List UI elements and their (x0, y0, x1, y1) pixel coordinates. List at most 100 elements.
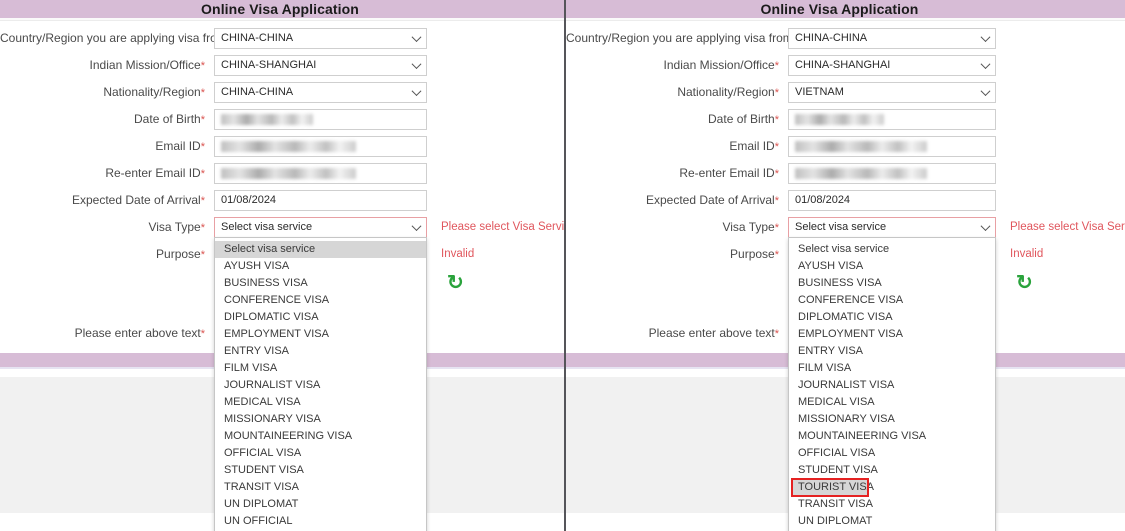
purpose-invalid-message: Invalid (441, 248, 474, 260)
visa-option-item[interactable]: ENTRY VISA (215, 343, 426, 360)
required-asterisk: * (775, 328, 779, 340)
visa-option-item[interactable]: JOURNALIST VISA (789, 377, 995, 394)
label-visa-type: Visa Type* (566, 217, 788, 234)
date-of-birth-input[interactable] (214, 109, 427, 130)
chevron-down-icon (981, 59, 991, 69)
country-region-select[interactable]: CHINA-CHINA (214, 28, 427, 49)
label-reenter-email-id: Re-enter Email ID* (566, 163, 788, 180)
label-expected-date-of-arrival: Expected Date of Arrival* (566, 190, 788, 207)
label-expected-date-of-arrival: Expected Date of Arrival* (0, 190, 214, 207)
field-row-visa-type: Visa Type* Select visa service Please se… (0, 217, 564, 242)
visa-option-item[interactable]: TRANSIT VISA (789, 496, 995, 513)
visa-option-item[interactable]: STUDENT VISA (789, 462, 995, 479)
left-visa-form: Country/Region you are applying visa fro… (0, 21, 564, 353)
visa-option-item[interactable]: EMPLOYMENT VISA (789, 326, 995, 343)
required-asterisk: * (201, 328, 205, 340)
visa-option-item[interactable]: CONFERENCE VISA (215, 292, 426, 309)
redacted-value (221, 141, 356, 152)
label-nationality-region: Nationality/Region* (566, 82, 788, 99)
visa-option-item[interactable]: CONFERENCE VISA (789, 292, 995, 309)
indian-mission-select[interactable]: CHINA-SHANGHAI (214, 55, 427, 76)
visa-option-item[interactable]: UN DIPLOMAT (215, 496, 426, 513)
redacted-value (221, 168, 356, 179)
visa-type-dropdown-list[interactable]: Select visa serviceAYUSH VISABUSINESS VI… (788, 237, 996, 531)
visa-option-item[interactable]: AYUSH VISA (215, 258, 426, 275)
field-row-email-id: Email ID* (0, 136, 564, 161)
required-asterisk: * (201, 60, 205, 72)
visa-option-item[interactable]: UN OFFICIAL (215, 513, 426, 530)
nationality-region-select[interactable]: CHINA-CHINA (214, 82, 427, 103)
right-page-header: Online Visa Application (566, 0, 1125, 18)
visa-option-item[interactable]: Select visa service (789, 241, 995, 258)
required-asterisk: * (775, 87, 779, 99)
visa-option-item[interactable]: DIPLOMATIC VISA (789, 309, 995, 326)
visa-option-item[interactable]: FILM VISA (215, 360, 426, 377)
expected-date-of-arrival-input[interactable]: 01/08/2024 (788, 190, 996, 211)
chevron-down-icon (412, 32, 422, 42)
indian-mission-value: CHINA-SHANGHAI (221, 60, 316, 71)
required-asterisk: * (201, 249, 205, 261)
visa-option-item[interactable]: BUSINESS VISA (789, 275, 995, 292)
field-row-date-of-birth: Date of Birth* (0, 109, 564, 134)
visa-option-item[interactable]: STUDENT VISA (215, 462, 426, 479)
expected-date-of-arrival-value: 01/08/2024 (795, 195, 850, 206)
label-captcha-spacer (566, 273, 788, 277)
redacted-value (795, 141, 927, 152)
visa-option-item[interactable]: TRANSIT VISA (215, 479, 426, 496)
country-region-select[interactable]: CHINA-CHINA (788, 28, 996, 49)
label-country-region: Country/Region you are applying visa fro… (566, 28, 788, 45)
reenter-email-id-input[interactable] (214, 163, 427, 184)
visa-type-select[interactable]: Select visa service (788, 217, 996, 238)
label-date-of-birth: Date of Birth* (0, 109, 214, 126)
nationality-region-value: VIETNAM (795, 87, 844, 98)
visa-option-item[interactable]: Select visa service (215, 241, 426, 258)
visa-option-item[interactable]: MEDICAL VISA (789, 394, 995, 411)
visa-option-item[interactable]: TOURIST VISA (792, 479, 868, 496)
visa-option-item[interactable]: MOUNTAINEERING VISA (215, 428, 426, 445)
indian-mission-select[interactable]: CHINA-SHANGHAI (788, 55, 996, 76)
visa-option-item[interactable]: OFFICIAL VISA (789, 445, 995, 462)
comparison-screenshot: Online Visa Application Country/Region y… (0, 0, 1125, 531)
visa-option-item[interactable]: MISSIONARY VISA (215, 411, 426, 428)
left-visa-form-panel: Online Visa Application Country/Region y… (0, 0, 564, 531)
required-asterisk: * (201, 195, 205, 207)
right-visa-form: Country/Region you are applying visa fro… (566, 21, 1125, 353)
visa-option-item[interactable]: MISSIONARY VISA (789, 411, 995, 428)
visa-option-item[interactable]: BUSINESS VISA (215, 275, 426, 292)
email-id-input[interactable] (214, 136, 427, 157)
visa-option-item[interactable]: MOUNTAINEERING VISA (789, 428, 995, 445)
label-date-of-birth: Date of Birth* (566, 109, 788, 126)
visa-option-item[interactable]: OFFICIAL VISA (215, 445, 426, 462)
date-of-birth-input[interactable] (788, 109, 996, 130)
label-email-id: Email ID* (0, 136, 214, 153)
visa-option-item[interactable]: EMPLOYMENT VISA (215, 326, 426, 343)
field-row-indian-mission: Indian Mission/Office* CHINA-SHANGHAI (0, 55, 564, 80)
expected-date-of-arrival-value: 01/08/2024 (221, 195, 276, 206)
label-purpose: Purpose* (566, 244, 788, 261)
chevron-down-icon (412, 86, 422, 96)
nationality-region-select[interactable]: VIETNAM (788, 82, 996, 103)
visa-service-error-message: Please select Visa Service (1010, 221, 1125, 233)
required-asterisk: * (201, 141, 205, 153)
label-captcha-text: Please enter above text* (566, 323, 788, 340)
visa-option-item[interactable]: UN DIPLOMAT (789, 513, 995, 530)
visa-option-item[interactable]: MEDICAL VISA (215, 394, 426, 411)
visa-option-item[interactable]: FILM VISA (789, 360, 995, 377)
visa-option-item[interactable]: AYUSH VISA (789, 258, 995, 275)
refresh-captcha-icon[interactable]: ↻ (447, 273, 464, 293)
visa-option-item[interactable]: DIPLOMATIC VISA (215, 309, 426, 326)
visa-service-error-message: Please select Visa Service (441, 221, 564, 233)
field-row-indian-mission: Indian Mission/Office* CHINA-SHANGHAI (566, 55, 1125, 80)
visa-option-item[interactable]: JOURNALIST VISA (215, 377, 426, 394)
country-region-value: CHINA-CHINA (795, 33, 867, 44)
visa-option-item[interactable]: ENTRY VISA (789, 343, 995, 360)
visa-type-select[interactable]: Select visa service (214, 217, 427, 238)
visa-type-value: Select visa service (221, 222, 312, 233)
redacted-value (795, 114, 884, 125)
label-captcha-spacer (0, 273, 214, 277)
email-id-input[interactable] (788, 136, 996, 157)
expected-date-of-arrival-input[interactable]: 01/08/2024 (214, 190, 427, 211)
visa-type-dropdown-list[interactable]: Select visa serviceAYUSH VISABUSINESS VI… (214, 237, 427, 531)
reenter-email-id-input[interactable] (788, 163, 996, 184)
refresh-captcha-icon[interactable]: ↻ (1016, 273, 1033, 293)
